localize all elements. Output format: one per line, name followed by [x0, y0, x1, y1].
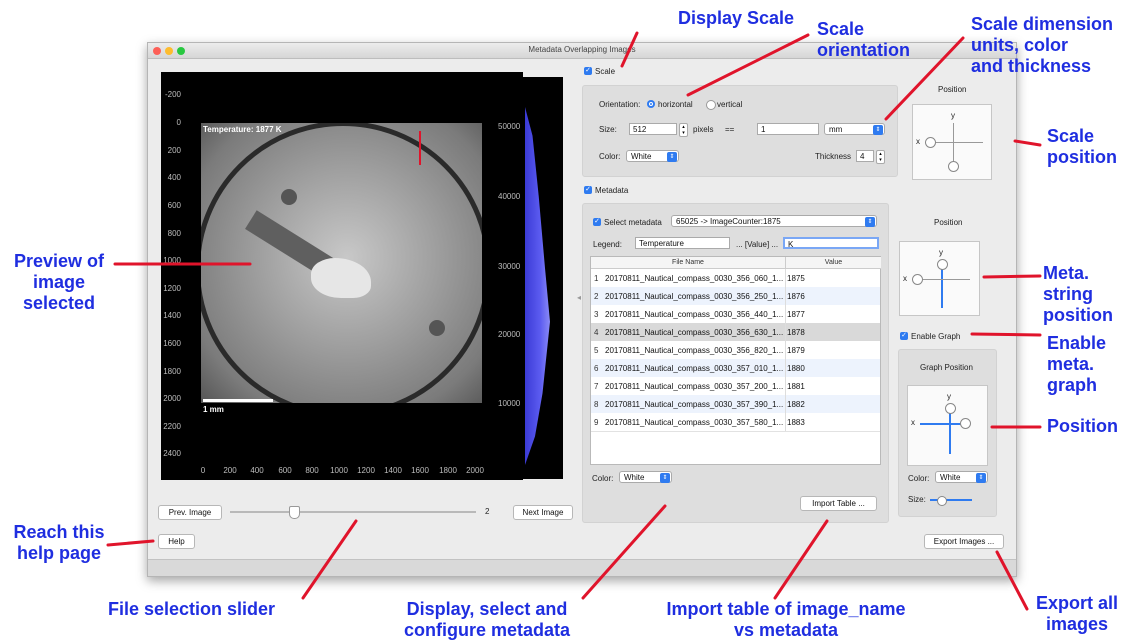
- annotation-enable-graph: Enable meta. graph: [1047, 333, 1106, 396]
- annotation-scale-dimension: Scale dimension units, color and thickne…: [971, 14, 1113, 77]
- annotation-line: configure metadata: [403, 620, 571, 640]
- arrow-scale-orientation: [686, 33, 810, 97]
- annotation-line: position: [1043, 305, 1113, 325]
- annotation-preview: Preview of image selected: [8, 251, 110, 314]
- arrow-display-scale: [620, 31, 639, 68]
- annotation-line: Meta.: [1043, 263, 1090, 283]
- annotation-position: Position: [1047, 416, 1118, 436]
- annotation-arrows: [106, 31, 1042, 611]
- arrow-scale-position: [1013, 139, 1042, 147]
- annotation-line: help page: [16, 543, 101, 563]
- annotation-line: Import table of image_name: [666, 599, 906, 619]
- arrow-help: [106, 539, 155, 547]
- arrow-export: [995, 550, 1029, 611]
- annotation-scale-position: Scale position: [1047, 126, 1117, 168]
- annotation-scale-orientation: Scale orientation: [817, 19, 910, 61]
- annotation-line: string: [1043, 284, 1094, 304]
- annotation-line: Reach this: [13, 522, 105, 542]
- annotation-import-table: Import table of image_name vs metadata: [652, 599, 920, 641]
- annotation-line: selected: [22, 293, 96, 313]
- annotation-line: Scale: [1047, 126, 1095, 146]
- annotation-line: units, color: [971, 35, 1069, 55]
- annotation-line: Display, select and: [406, 599, 568, 619]
- annotation-line: Enable: [1047, 333, 1107, 353]
- annotation-line: images: [1045, 614, 1109, 634]
- annotation-line: Preview of: [13, 251, 105, 271]
- annotation-line: Scale dimension: [971, 14, 1114, 34]
- annotation-line: and thickness: [971, 56, 1092, 76]
- annotation-line: position: [1047, 147, 1117, 167]
- arrow-enable-graph: [970, 332, 1042, 337]
- annotation-meta-string-position: Meta. string position: [1043, 263, 1113, 326]
- annotation-export: Export all images: [1031, 593, 1123, 635]
- annotation-line: vs metadata: [733, 620, 839, 640]
- arrow-file-slider: [301, 519, 358, 600]
- annotation-line: Scale: [817, 19, 865, 39]
- arrow-meta-string-position: [982, 274, 1042, 279]
- annotation-line: image: [32, 272, 86, 292]
- arrow-import-table: [773, 519, 829, 600]
- annotation-line: orientation: [817, 40, 910, 60]
- annotation-metadata: Display, select and configure metadata: [397, 599, 577, 641]
- annotation-line: meta.: [1047, 354, 1095, 374]
- annotation-file-slider: File selection slider: [108, 599, 276, 619]
- annotation-display-scale: Display Scale: [678, 8, 795, 28]
- annotation-line: Export all: [1035, 593, 1119, 613]
- arrow-metadata: [581, 504, 667, 600]
- annotation-line: graph: [1047, 375, 1098, 395]
- annotation-help: Reach this help page: [8, 522, 110, 564]
